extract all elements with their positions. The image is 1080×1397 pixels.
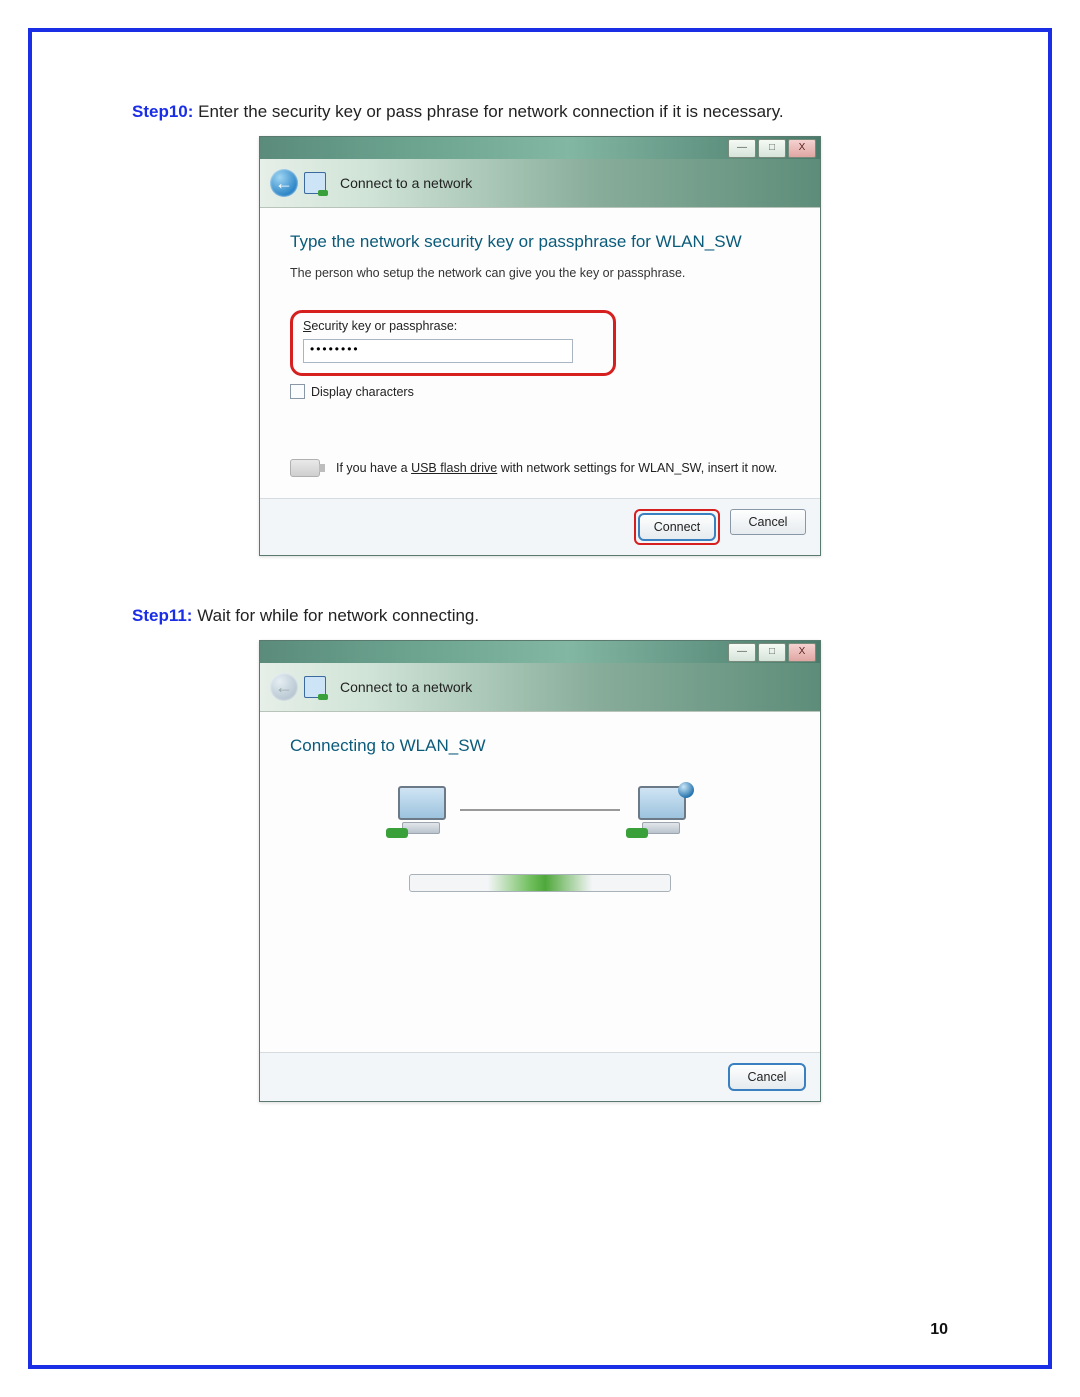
dialog2-body: Connecting to WLAN_SW bbox=[260, 712, 820, 1052]
dialog1-header-title: Connect to a network bbox=[340, 175, 472, 191]
progress-bar bbox=[409, 874, 671, 892]
local-pc-icon bbox=[390, 786, 450, 834]
usb-flash-drive-link[interactable]: USB flash drive bbox=[411, 461, 497, 475]
dialog2-header-title: Connect to a network bbox=[340, 679, 472, 695]
dialog1-header: ← Connect to a network bbox=[260, 159, 820, 208]
usb-hint-text: If you have a USB flash drive with netwo… bbox=[336, 461, 777, 475]
minimize-button[interactable]: — bbox=[728, 139, 756, 158]
step10-text: Enter the security key or pass phrase fo… bbox=[198, 102, 784, 121]
display-characters-row: Display characters bbox=[290, 384, 790, 399]
display-characters-label: Display characters bbox=[311, 385, 414, 399]
usb-hint-row: If you have a USB flash drive with netwo… bbox=[290, 459, 790, 477]
dialog2-header: ← Connect to a network bbox=[260, 663, 820, 712]
cancel-button[interactable]: Cancel bbox=[728, 1063, 806, 1091]
network-icon bbox=[304, 676, 326, 698]
dialog1-titlebar: — □ X bbox=[260, 137, 820, 159]
security-key-label: Security key or passphrase: bbox=[303, 319, 603, 333]
remote-pc-icon bbox=[630, 786, 690, 834]
back-button-icon[interactable]: ← bbox=[270, 169, 298, 197]
dialog1-heading: Type the network security key or passphr… bbox=[290, 232, 790, 252]
globe-icon bbox=[678, 782, 694, 798]
maximize-button[interactable]: □ bbox=[758, 139, 786, 158]
dialog1-subtext: The person who setup the network can giv… bbox=[290, 266, 790, 280]
dialog2-footer: Cancel bbox=[260, 1052, 820, 1101]
connecting-graphic bbox=[290, 786, 790, 834]
progress-indicator-icon bbox=[488, 875, 592, 891]
step11-label: Step11: bbox=[132, 606, 192, 625]
connection-line-icon bbox=[460, 809, 620, 811]
connect-button[interactable]: Connect bbox=[638, 513, 716, 541]
usb-drive-icon bbox=[290, 459, 320, 477]
document-page-frame: Step10: Enter the security key or pass p… bbox=[28, 28, 1052, 1369]
display-characters-checkbox[interactable] bbox=[290, 384, 305, 399]
dialog2-window: — □ X ← Connect to a network Connecting … bbox=[259, 640, 821, 1102]
maximize-button[interactable]: □ bbox=[758, 643, 786, 662]
page-number: 10 bbox=[930, 1321, 948, 1339]
connect-button-highlight: Connect bbox=[634, 509, 720, 545]
dialog1-window: — □ X ← Connect to a network Type the ne… bbox=[259, 136, 821, 556]
step11-caption: Step11: Wait for while for network conne… bbox=[132, 606, 948, 626]
network-icon bbox=[304, 172, 326, 194]
dialog2-titlebar: — □ X bbox=[260, 641, 820, 663]
dialog1-body: Type the network security key or passphr… bbox=[260, 208, 820, 498]
dialog2-heading: Connecting to WLAN_SW bbox=[290, 736, 790, 756]
back-button-disabled-icon: ← bbox=[270, 673, 298, 701]
close-button[interactable]: X bbox=[788, 643, 816, 662]
cancel-button[interactable]: Cancel bbox=[730, 509, 806, 535]
minimize-button[interactable]: — bbox=[728, 643, 756, 662]
security-key-input[interactable]: •••••••• bbox=[303, 339, 573, 363]
step11-text: Wait for while for network connecting. bbox=[197, 606, 479, 625]
close-button[interactable]: X bbox=[788, 139, 816, 158]
step10-label: Step10: bbox=[132, 102, 193, 121]
security-key-highlight: Security key or passphrase: •••••••• bbox=[290, 310, 616, 376]
step10-caption: Step10: Enter the security key or pass p… bbox=[132, 102, 948, 122]
dialog1-footer: Connect Cancel bbox=[260, 498, 820, 555]
